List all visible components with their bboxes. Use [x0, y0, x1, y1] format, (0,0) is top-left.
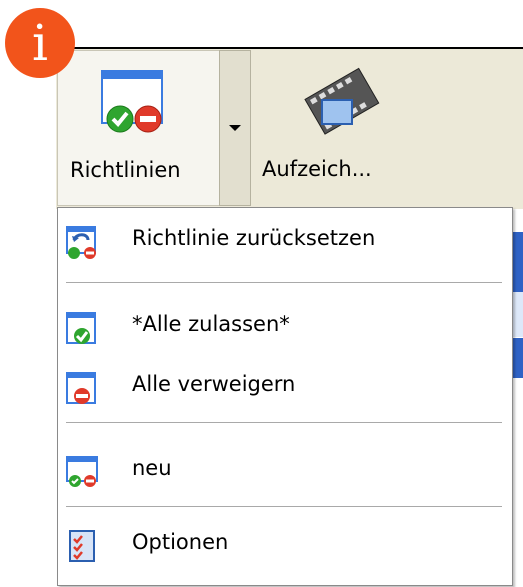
rules-icon: [101, 70, 163, 133]
record-button[interactable]: Aufzeich...: [262, 50, 422, 204]
background-window-fragment: [512, 232, 523, 292]
menu-item-label: neu: [132, 456, 172, 480]
rules-dropdown-button[interactable]: [219, 50, 251, 206]
menu-item-label: Richtlinie zurücksetzen: [132, 226, 376, 250]
menu-item-label: Optionen: [132, 530, 229, 554]
menu-item-label: *Alle zulassen*: [132, 312, 290, 336]
reset-policy-icon: [66, 226, 96, 259]
new-policy-icon: [66, 456, 98, 487]
menu-item-label: Alle verweigern: [132, 372, 296, 396]
rules-button[interactable]: Richtlinien: [57, 50, 220, 206]
info-badge-icon: i: [5, 8, 75, 78]
menu-item-reset-policy[interactable]: Richtlinie zurücksetzen: [58, 214, 512, 268]
chevron-down-icon: [229, 125, 241, 131]
allow-all-icon: [66, 312, 96, 344]
rules-button-label: Richtlinien: [70, 158, 181, 182]
menu-separator: [66, 422, 502, 423]
record-button-label: Aufzeich...: [262, 157, 372, 181]
menu-item-options[interactable]: Optionen: [58, 518, 512, 572]
menu-separator: [66, 282, 502, 283]
options-checklist-icon: [69, 530, 95, 562]
rules-dropdown-menu: Richtlinie zurücksetzen *Alle zulassen* …: [57, 207, 513, 586]
deny-all-icon: [66, 372, 96, 404]
menu-separator: [66, 506, 502, 507]
background-window-fragment: [512, 338, 523, 378]
menu-item-allow-all[interactable]: *Alle zulassen*: [58, 300, 512, 354]
film-icon: [304, 67, 380, 135]
background-window-fragment: [512, 292, 523, 337]
menu-item-new[interactable]: neu: [58, 444, 512, 498]
menu-item-deny-all[interactable]: Alle verweigern: [58, 360, 512, 414]
